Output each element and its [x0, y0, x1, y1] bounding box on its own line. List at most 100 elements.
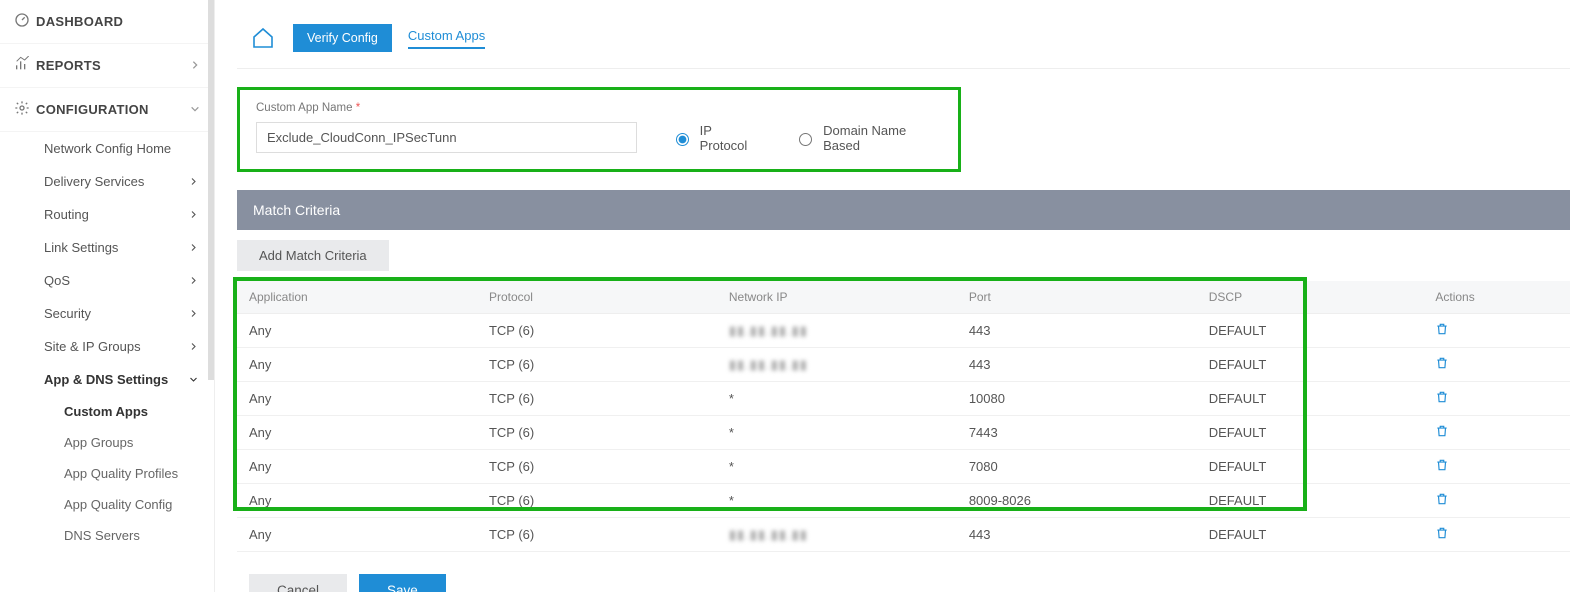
th-dscp: DSCP: [1197, 281, 1424, 314]
subnav-app-dns-settings[interactable]: App & DNS Settings: [0, 363, 214, 396]
match-criteria-table: Application Protocol Network IP Port DSC…: [237, 281, 1570, 552]
radio-domain-name-based-label: Domain Name Based: [823, 123, 942, 153]
radio-ip-protocol-input[interactable]: [676, 133, 689, 146]
cell-protocol: TCP (6): [477, 314, 717, 348]
delete-icon[interactable]: [1435, 322, 1449, 339]
form-footer: Cancel Save: [237, 574, 1570, 592]
sidebar: DASHBOARD REPORTS CONFIGURATION Network …: [0, 0, 215, 592]
cell-port: 8009-8026: [957, 484, 1197, 518]
th-application: Application: [237, 281, 477, 314]
cell-protocol: TCP (6): [477, 484, 717, 518]
delete-icon[interactable]: [1435, 390, 1449, 407]
chevron-right-icon: [190, 58, 200, 73]
th-protocol: Protocol: [477, 281, 717, 314]
delete-icon[interactable]: [1435, 526, 1449, 543]
cell-network-ip: ▮▮.▮▮.▮▮.▮▮: [717, 348, 957, 382]
cell-port: 10080: [957, 382, 1197, 416]
cell-protocol: TCP (6): [477, 416, 717, 450]
table-row: AnyTCP (6)▮▮.▮▮.▮▮.▮▮443DEFAULT: [237, 518, 1570, 552]
cell-network-ip: ▮▮.▮▮.▮▮.▮▮: [717, 518, 957, 552]
cell-application: Any: [237, 348, 477, 382]
dashboard-icon: [14, 12, 36, 31]
cell-protocol: TCP (6): [477, 518, 717, 552]
cell-application: Any: [237, 416, 477, 450]
delete-icon[interactable]: [1435, 492, 1449, 509]
chevron-right-icon: [189, 240, 198, 255]
nav-reports[interactable]: REPORTS: [0, 44, 214, 88]
match-criteria-table-wrap: Application Protocol Network IP Port DSC…: [237, 281, 1570, 552]
chevron-right-icon: [189, 339, 198, 354]
cell-dscp: DEFAULT: [1197, 518, 1424, 552]
table-row: AnyTCP (6)▮▮.▮▮.▮▮.▮▮443DEFAULT: [237, 348, 1570, 382]
add-match-criteria-button[interactable]: Add Match Criteria: [237, 240, 389, 271]
home-icon[interactable]: [249, 24, 277, 52]
gear-icon: [14, 100, 36, 119]
nav-dashboard-label: DASHBOARD: [36, 14, 200, 29]
radio-ip-protocol[interactable]: IP Protocol: [671, 123, 761, 153]
cell-port: 443: [957, 518, 1197, 552]
configuration-subnav: Network Config Home Delivery Services Ro…: [0, 132, 214, 551]
nav-reports-label: REPORTS: [36, 58, 190, 73]
cell-dscp: DEFAULT: [1197, 382, 1424, 416]
subsubnav-app-quality-profiles[interactable]: App Quality Profiles: [0, 458, 214, 489]
subnav-site-ip-groups[interactable]: Site & IP Groups: [0, 330, 214, 363]
subnav-delivery-services[interactable]: Delivery Services: [0, 165, 214, 198]
subnav-link-settings[interactable]: Link Settings: [0, 231, 214, 264]
main-content: Verify Config Custom Apps Custom App Nam…: [215, 0, 1592, 592]
nav-dashboard[interactable]: DASHBOARD: [0, 0, 214, 44]
subnav-qos[interactable]: QoS: [0, 264, 214, 297]
app-dns-subnav: Custom Apps App Groups App Quality Profi…: [0, 396, 214, 551]
sidebar-scrollbar[interactable]: [208, 0, 214, 380]
table-row: AnyTCP (6)*8009-8026DEFAULT: [237, 484, 1570, 518]
table-row: AnyTCP (6)*7080DEFAULT: [237, 450, 1570, 484]
radio-ip-protocol-label: IP Protocol: [700, 123, 761, 153]
nav-configuration-label: CONFIGURATION: [36, 102, 190, 117]
delete-icon[interactable]: [1435, 424, 1449, 441]
subsubnav-dns-servers[interactable]: DNS Servers: [0, 520, 214, 551]
cell-protocol: TCP (6): [477, 348, 717, 382]
subsubnav-app-groups[interactable]: App Groups: [0, 427, 214, 458]
subnav-network-config-home[interactable]: Network Config Home: [0, 132, 214, 165]
chevron-right-icon: [189, 174, 198, 189]
save-button[interactable]: Save: [359, 574, 446, 592]
subsubnav-app-quality-config[interactable]: App Quality Config: [0, 489, 214, 520]
chevron-right-icon: [189, 306, 198, 321]
cell-port: 443: [957, 348, 1197, 382]
cell-actions: [1423, 416, 1570, 450]
subnav-routing[interactable]: Routing: [0, 198, 214, 231]
cancel-button[interactable]: Cancel: [249, 574, 347, 592]
cell-network-ip: *: [717, 382, 957, 416]
cell-application: Any: [237, 484, 477, 518]
custom-app-name-label: Custom App Name *: [256, 102, 942, 114]
cell-application: Any: [237, 314, 477, 348]
cell-port: 7080: [957, 450, 1197, 484]
cell-network-ip: ▮▮.▮▮.▮▮.▮▮: [717, 314, 957, 348]
cell-dscp: DEFAULT: [1197, 450, 1424, 484]
cell-dscp: DEFAULT: [1197, 484, 1424, 518]
cell-application: Any: [237, 382, 477, 416]
cell-application: Any: [237, 518, 477, 552]
cell-actions: [1423, 348, 1570, 382]
radio-domain-name-based[interactable]: Domain Name Based: [794, 123, 942, 153]
table-row: AnyTCP (6)▮▮.▮▮.▮▮.▮▮443DEFAULT: [237, 314, 1570, 348]
table-row: AnyTCP (6)*7443DEFAULT: [237, 416, 1570, 450]
radio-domain-name-based-input[interactable]: [799, 133, 812, 146]
cell-network-ip: *: [717, 416, 957, 450]
cell-actions: [1423, 450, 1570, 484]
tab-custom-apps[interactable]: Custom Apps: [408, 28, 485, 49]
subnav-security[interactable]: Security: [0, 297, 214, 330]
nav-configuration[interactable]: CONFIGURATION: [0, 88, 214, 132]
th-actions: Actions: [1423, 281, 1570, 314]
subsubnav-custom-apps[interactable]: Custom Apps: [0, 396, 214, 427]
verify-config-button[interactable]: Verify Config: [293, 24, 392, 52]
cell-dscp: DEFAULT: [1197, 416, 1424, 450]
custom-app-name-input[interactable]: [256, 122, 637, 153]
delete-icon[interactable]: [1435, 356, 1449, 373]
reports-icon: [14, 56, 36, 75]
th-network-ip: Network IP: [717, 281, 957, 314]
delete-icon[interactable]: [1435, 458, 1449, 475]
chevron-down-icon: [189, 372, 198, 387]
cell-dscp: DEFAULT: [1197, 348, 1424, 382]
cell-application: Any: [237, 450, 477, 484]
cell-actions: [1423, 518, 1570, 552]
